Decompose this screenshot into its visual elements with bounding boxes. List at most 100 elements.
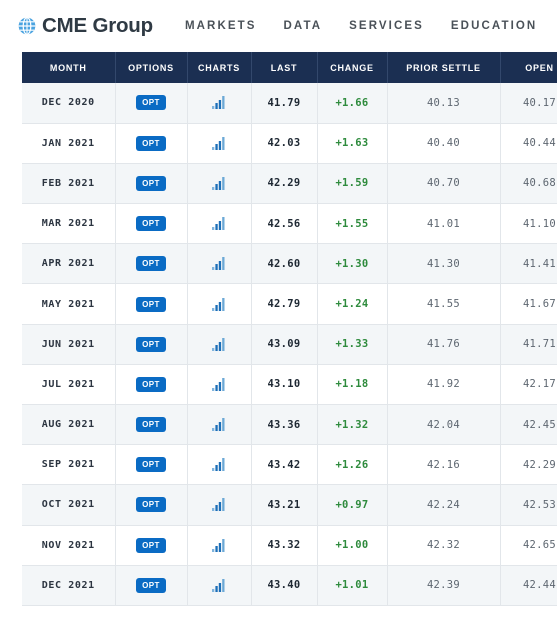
cell-last: 43.36 <box>251 404 318 446</box>
cell-change: +1.30 <box>317 243 388 285</box>
cell-last: 43.32 <box>251 525 318 566</box>
table-row[interactable]: JAN 2021 OPT 42.03 +1.63 40.40 40.44 <box>22 123 557 164</box>
cell-charts <box>187 123 252 164</box>
cell-open: 42.65 <box>500 525 557 566</box>
options-button[interactable]: OPT <box>136 175 166 191</box>
cell-charts <box>187 283 252 325</box>
table-row[interactable]: AUG 2021 OPT 43.36 +1.32 42.04 42.45 <box>22 404 557 446</box>
cell-charts <box>187 484 252 526</box>
main-navigation: MARKETS DATA SERVICES EDUCATION <box>185 20 537 32</box>
options-button[interactable]: OPT <box>136 296 166 312</box>
bar-chart-icon[interactable] <box>211 136 227 150</box>
quotes-table-container: MONTH OPTIONS CHARTS LAST CHANGE PRIOR S… <box>22 52 557 606</box>
table-row[interactable]: SEP 2021 OPT 43.42 +1.26 42.16 42.29 <box>22 444 557 486</box>
bar-chart-icon[interactable] <box>211 176 227 190</box>
cell-options: OPT <box>115 203 188 245</box>
options-button[interactable]: OPT <box>136 256 166 272</box>
cell-month: NOV 2021 <box>22 525 116 566</box>
cell-change: +1.18 <box>317 364 388 406</box>
table-row[interactable]: FEB 2021 OPT 42.29 +1.59 40.70 40.68 <box>22 163 557 205</box>
cell-change: +1.63 <box>317 123 388 164</box>
bar-chart-icon[interactable] <box>211 377 227 391</box>
column-header-charts[interactable]: CHARTS <box>187 52 252 83</box>
cell-month: FEB 2021 <box>22 163 116 205</box>
options-button[interactable]: OPT <box>136 216 166 232</box>
cell-change: +1.01 <box>317 565 388 606</box>
table-row[interactable]: DEC 2021 OPT 43.40 +1.01 42.39 42.44 <box>22 565 557 606</box>
bar-chart-icon[interactable] <box>211 498 227 512</box>
bar-chart-icon[interactable] <box>211 538 227 552</box>
cell-charts <box>187 163 252 205</box>
bar-chart-icon[interactable] <box>211 337 227 351</box>
cell-change: +1.26 <box>317 444 388 486</box>
nav-item-education[interactable]: EDUCATION <box>451 20 537 32</box>
column-header-month[interactable]: MONTH <box>22 52 116 83</box>
table-row[interactable]: APR 2021 OPT 42.60 +1.30 41.30 41.41 <box>22 243 557 285</box>
table-row[interactable]: NOV 2021 OPT 43.32 +1.00 42.32 42.65 <box>22 525 557 566</box>
cell-prior-settle: 40.13 <box>387 83 501 124</box>
column-header-prior-settle[interactable]: PRIOR SETTLE <box>387 52 501 83</box>
cell-last: 42.56 <box>251 203 318 245</box>
options-button[interactable]: OPT <box>136 376 166 392</box>
cell-month: JUN 2021 <box>22 324 116 365</box>
cell-charts <box>187 243 252 285</box>
bar-chart-icon[interactable] <box>211 418 227 432</box>
cell-open: 40.17 <box>500 83 557 124</box>
cell-prior-settle: 41.01 <box>387 203 501 245</box>
cell-month: JUL 2021 <box>22 364 116 406</box>
options-button[interactable]: OPT <box>136 577 166 593</box>
cell-charts <box>187 525 252 566</box>
bar-chart-icon[interactable] <box>211 297 227 311</box>
table-row[interactable]: MAY 2021 OPT 42.79 +1.24 41.55 41.67 <box>22 283 557 325</box>
cell-change: +1.00 <box>317 525 388 566</box>
column-header-options[interactable]: OPTIONS <box>115 52 188 83</box>
bar-chart-icon[interactable] <box>211 96 227 110</box>
cell-change: +1.55 <box>317 203 388 245</box>
cell-options: OPT <box>115 123 188 164</box>
table-row[interactable]: JUN 2021 OPT 43.09 +1.33 41.76 41.71 <box>22 324 557 365</box>
cell-last: 43.42 <box>251 444 318 486</box>
options-button[interactable]: OPT <box>136 457 166 473</box>
bar-chart-icon[interactable] <box>211 257 227 271</box>
cell-open: 42.45 <box>500 404 557 446</box>
options-button[interactable]: OPT <box>136 497 166 513</box>
cell-change: +1.33 <box>317 324 388 365</box>
cell-options: OPT <box>115 484 188 526</box>
nav-item-data[interactable]: DATA <box>284 20 323 32</box>
options-button[interactable]: OPT <box>136 135 166 151</box>
cell-prior-settle: 41.55 <box>387 283 501 325</box>
options-button[interactable]: OPT <box>136 336 166 352</box>
cell-open: 42.29 <box>500 444 557 486</box>
table-row[interactable]: OCT 2021 OPT 43.21 +0.97 42.24 42.53 <box>22 484 557 526</box>
column-header-change[interactable]: CHANGE <box>317 52 388 83</box>
cell-options: OPT <box>115 565 188 606</box>
column-header-last[interactable]: LAST <box>251 52 318 83</box>
table-row[interactable]: MAR 2021 OPT 42.56 +1.55 41.01 41.10 <box>22 203 557 245</box>
options-button[interactable]: OPT <box>136 537 166 553</box>
cell-prior-settle: 42.16 <box>387 444 501 486</box>
options-button[interactable]: OPT <box>136 417 166 433</box>
cell-open: 41.10 <box>500 203 557 245</box>
table-row[interactable]: DEC 2020 OPT 41.79 +1.66 40.13 40.17 <box>22 83 557 124</box>
bar-chart-icon[interactable] <box>211 458 227 472</box>
cell-charts <box>187 324 252 365</box>
cell-last: 42.29 <box>251 163 318 205</box>
cell-options: OPT <box>115 163 188 205</box>
cell-options: OPT <box>115 243 188 285</box>
column-header-open[interactable]: OPEN <box>500 52 557 83</box>
options-button[interactable]: OPT <box>136 95 166 111</box>
cell-options: OPT <box>115 283 188 325</box>
cell-last: 41.79 <box>251 83 318 124</box>
cell-options: OPT <box>115 364 188 406</box>
brand-logo[interactable]: CME Group <box>17 14 153 38</box>
globe-icon <box>18 17 36 35</box>
cell-open: 40.68 <box>500 163 557 205</box>
nav-item-markets[interactable]: MARKETS <box>185 20 257 32</box>
cell-month: OCT 2021 <box>22 484 116 526</box>
cell-prior-settle: 41.92 <box>387 364 501 406</box>
cell-month: JAN 2021 <box>22 123 116 164</box>
bar-chart-icon[interactable] <box>211 578 227 592</box>
nav-item-services[interactable]: SERVICES <box>349 20 424 32</box>
table-row[interactable]: JUL 2021 OPT 43.10 +1.18 41.92 42.17 <box>22 364 557 406</box>
bar-chart-icon[interactable] <box>211 217 227 231</box>
